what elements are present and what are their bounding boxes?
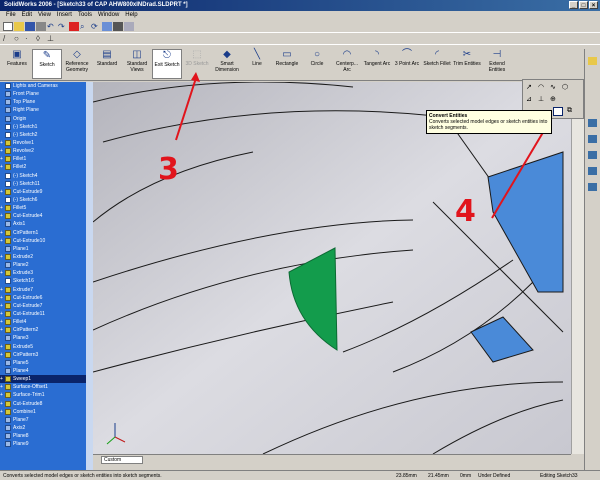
task-pane-icon[interactable] [588, 57, 597, 65]
convert-entities-tooltip: Convert Entities Converts selected model… [426, 110, 552, 134]
view-tool-icon[interactable] [588, 167, 597, 175]
sketch-arc-tool-icon[interactable]: ◠ [538, 83, 544, 91]
view-tool-icon[interactable] [588, 151, 597, 159]
custom-view-combo[interactable]: Custom [101, 456, 143, 464]
status-z: 0mm [460, 473, 472, 479]
sketch-line-tool-icon[interactable]: ↗ [526, 83, 532, 91]
status-state: Under Defined [478, 473, 511, 479]
status-editing: Editing Sketch33 [540, 473, 578, 479]
sketch-move-tool-icon[interactable]: ⊕ [550, 95, 556, 103]
sketch-offset-tool-icon[interactable]: ⊥ [538, 95, 544, 103]
view-tool-icon[interactable] [588, 183, 597, 191]
view-tool-icon[interactable] [588, 119, 597, 127]
view-tabs-bar: Custom [93, 454, 571, 464]
status-x: 23.85mm [396, 473, 417, 479]
arrow-to-convert-entities [491, 123, 549, 219]
sketch-spline-tool-icon[interactable]: ∿ [550, 83, 556, 91]
right-toolbar [584, 49, 600, 470]
status-y: 21.45mm [428, 473, 449, 479]
sketch-mirror-tool-icon[interactable]: ⊿ [526, 95, 532, 103]
arrow-to-exit-sketch [175, 77, 197, 141]
arrowhead [191, 72, 200, 82]
view-tool-icon[interactable] [588, 135, 597, 143]
convert-entities-icon[interactable] [553, 107, 563, 116]
annotation-arrows [175, 72, 552, 219]
viewport-scrollbar[interactable] [571, 82, 584, 454]
sketch-polygon-tool-icon[interactable]: ⬡ [562, 83, 568, 91]
status-message: Converts selected model edges or sketch … [3, 473, 162, 479]
status-bar: Converts selected model edges or sketch … [0, 470, 600, 480]
tooltip-text: Converts selected model edges or sketch … [429, 119, 548, 131]
sketch-pattern-tool-icon[interactable]: ⧉ [567, 107, 572, 115]
